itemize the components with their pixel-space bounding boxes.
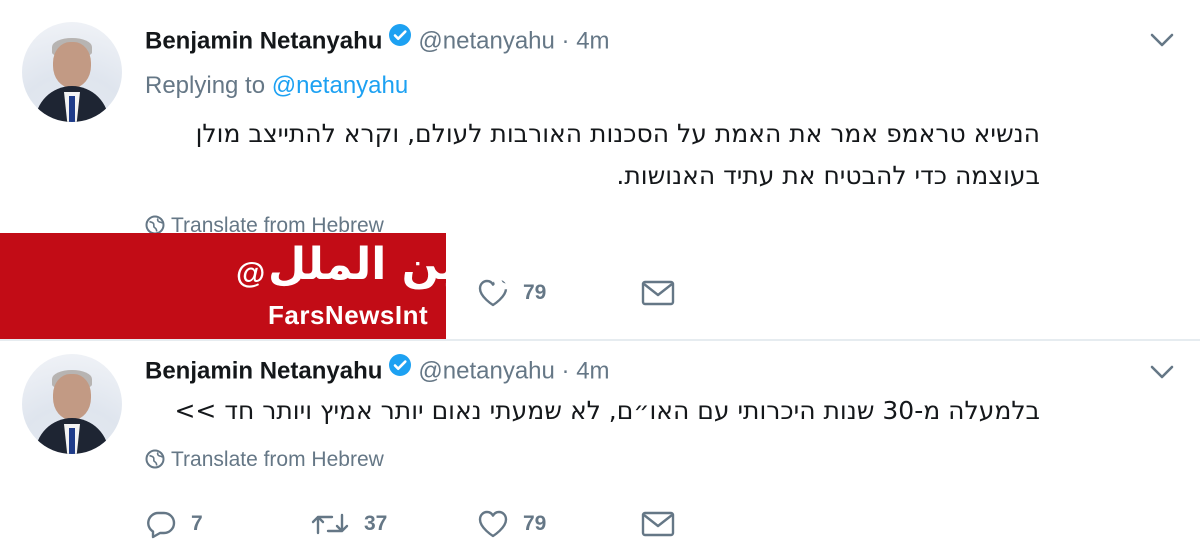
reply-prefix: Replying to bbox=[145, 72, 272, 99]
like-count: 79 bbox=[523, 512, 547, 535]
display-name[interactable]: Benjamin Netanyahu bbox=[145, 357, 382, 384]
separator-dot: · bbox=[561, 357, 570, 385]
retweet-button[interactable]: 37 bbox=[310, 504, 387, 544]
separator-dot: · bbox=[561, 27, 570, 55]
display-name[interactable]: Benjamin Netanyahu bbox=[145, 27, 382, 54]
retweet-icon bbox=[311, 513, 349, 535]
message-button[interactable] bbox=[641, 273, 675, 313]
reply-context: Replying to @netanyahu bbox=[145, 72, 408, 100]
mail-icon bbox=[641, 511, 675, 537]
tweet-text: בלמעלה מ-30 שנות היכרותי עם האו״ם, לא שמ… bbox=[174, 396, 1040, 425]
avatar-face bbox=[53, 374, 91, 420]
avatar-face bbox=[53, 42, 91, 88]
avatar-tie bbox=[69, 428, 75, 454]
chevron-down-icon[interactable] bbox=[1148, 30, 1176, 50]
watermark-at-symbol: @ bbox=[236, 257, 266, 290]
reply-mention-link[interactable]: @netanyahu bbox=[272, 72, 408, 99]
translate-label[interactable]: Translate from Hebrew bbox=[171, 448, 384, 471]
timestamp[interactable]: 4m bbox=[576, 357, 609, 384]
like-button[interactable]: 79 bbox=[477, 504, 546, 544]
translate-link[interactable]: Translate from Hebrew bbox=[145, 448, 384, 472]
globe-icon bbox=[145, 215, 165, 235]
timestamp[interactable]: 4m bbox=[576, 27, 609, 54]
mail-icon bbox=[641, 280, 675, 306]
reply-count: 7 bbox=[191, 512, 203, 535]
handle[interactable]: @netanyahu bbox=[418, 357, 554, 384]
avatar-tie bbox=[69, 96, 75, 122]
reply-icon bbox=[147, 511, 176, 539]
farsnews-watermark: @ فارس بين الملل FarsNewsInt bbox=[0, 233, 622, 339]
globe-icon bbox=[145, 449, 165, 469]
tweet-header: Benjamin Netanyahu @netanyahu · 4m bbox=[145, 352, 610, 388]
chevron-down-icon[interactable] bbox=[1148, 362, 1176, 382]
watermark-arabic-logo: فارس بين الملل bbox=[268, 239, 623, 290]
heart-icon bbox=[478, 510, 508, 538]
tweet-actions: 7 37 79 bbox=[145, 504, 705, 544]
watermark-brand: FarsNewsInt bbox=[268, 300, 429, 330]
handle[interactable]: @netanyahu bbox=[418, 27, 554, 54]
avatar[interactable] bbox=[22, 354, 122, 454]
message-button[interactable] bbox=[641, 504, 675, 544]
avatar[interactable] bbox=[22, 22, 122, 122]
reply-button[interactable]: 7 bbox=[145, 504, 203, 544]
tweet-divider bbox=[0, 339, 1200, 341]
tweet-text: הנשיא טראמפ אמר את האמת על הסכנות האורבו… bbox=[195, 119, 1040, 190]
verified-icon bbox=[388, 352, 412, 388]
retweet-count: 37 bbox=[364, 512, 388, 535]
tweet-header: Benjamin Netanyahu @netanyahu · 4m bbox=[145, 22, 610, 58]
tweet-2[interactable]: Benjamin Netanyahu @netanyahu · 4m בלמעלה… bbox=[0, 342, 1200, 560]
verified-icon bbox=[388, 22, 412, 58]
